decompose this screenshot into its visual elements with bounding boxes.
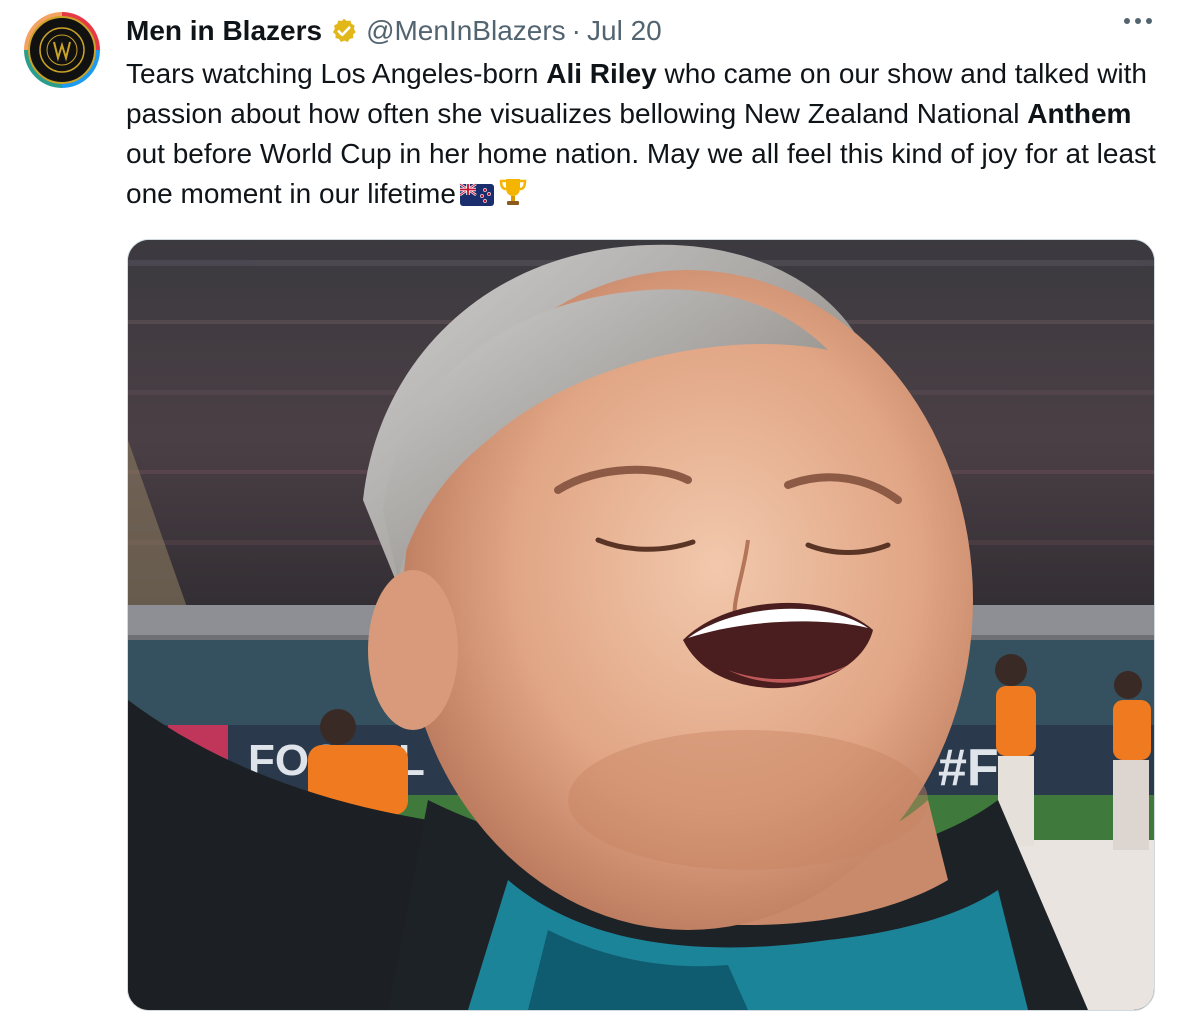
banner-text-right: #F [938,739,999,797]
profile-avatar[interactable] [24,12,100,88]
tweet-media-image[interactable]: FOO L #F [127,239,1155,1011]
user-handle[interactable]: @MenInBlazers [366,15,566,47]
men-in-blazers-logo [28,16,96,84]
new-zealand-flag-icon [459,179,494,219]
display-name[interactable]: Men in Blazers [126,15,322,47]
more-options-icon[interactable] [1124,18,1152,24]
separator-dot: · [571,15,581,46]
tweet-header: Men in Blazers @MenInBlazers · Jul 20 [126,12,662,50]
text-segment: Tears watching Los Angeles-born [126,58,547,89]
bold-word-anthem: Anthem [1027,98,1132,129]
stadium-photo: FOO L #F [128,240,1154,1010]
bold-mention-ali-riley: Ali Riley [546,58,657,89]
verified-badge-icon [330,17,358,45]
trophy-icon [498,176,528,219]
tweet-date[interactable]: Jul 20 [587,15,662,47]
text-segment: out before World Cup in her home nation.… [126,138,1156,209]
tweet-text: Tears watching Los Angeles-born Ali Rile… [126,54,1156,219]
